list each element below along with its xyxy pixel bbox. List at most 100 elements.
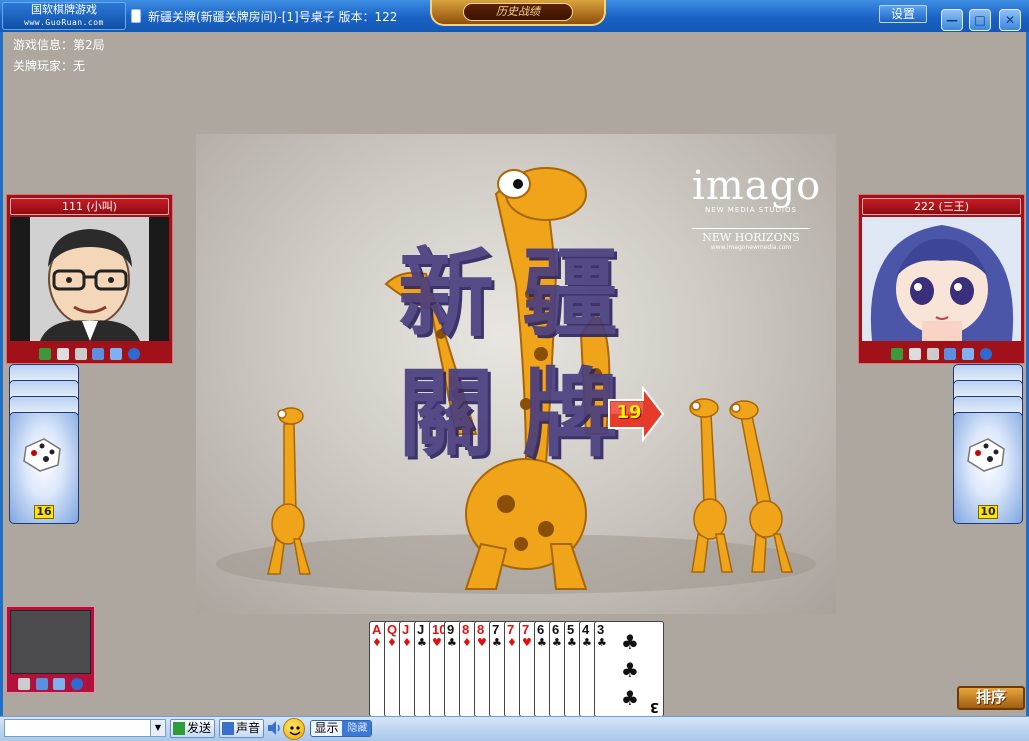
card-rank: A: [372, 622, 382, 637]
card-rank: 6: [552, 622, 560, 637]
card-suit: ♦: [387, 636, 397, 649]
logo-url: www.GuoRuan.com: [24, 18, 104, 27]
bottom-toolbar: ▼ 发送 声音 显示 隐藏: [0, 716, 1029, 741]
camera-icon[interactable]: [926, 348, 939, 360]
send-button[interactable]: 发送: [170, 719, 216, 738]
dice-icon: [967, 438, 1005, 472]
watermark-url: www.imagonewmedia.com: [710, 244, 792, 251]
card-suit: ♣: [567, 636, 577, 649]
card-suit: ♦: [402, 636, 412, 649]
card-rank: 8: [477, 622, 485, 637]
cards-left-count: 16: [34, 505, 54, 519]
card-rank: 6: [537, 622, 545, 637]
game-logo-line1: 新疆: [398, 237, 646, 350]
avatar-left: [10, 217, 169, 341]
window-icon[interactable]: [908, 348, 921, 360]
more-icon[interactable]: [128, 348, 141, 360]
card-suit: ♣: [582, 636, 592, 649]
chevron-down-icon[interactable]: ▼: [150, 720, 165, 736]
maximize-button[interactable]: □: [969, 9, 991, 31]
game-board: imago NEW MEDIA STUDIOS NEW HORIZONS www…: [196, 134, 836, 614]
card-suit: ♣: [492, 636, 502, 649]
player-panel-left: 111 (小叫): [6, 194, 173, 364]
more-icon[interactable]: [71, 678, 84, 690]
cards-right-count: 10: [978, 505, 998, 519]
window-title: 新疆关牌(新疆关牌房间)-[1]号桌子 版本：122: [148, 10, 398, 24]
card-suit: ♥: [522, 636, 532, 649]
card-rank: 7: [492, 622, 500, 637]
card-rank: 7: [507, 622, 515, 637]
imago-watermark: imago NEW MEDIA STUDIOS NEW HORIZONS www…: [692, 163, 822, 251]
self-tools: [7, 675, 94, 693]
timer-seconds: 19: [616, 402, 642, 423]
player-name-right: 222 (三王): [862, 198, 1021, 215]
card-rank: 5: [567, 622, 575, 637]
history-record-label: 历史战绩: [463, 3, 573, 21]
player-name-left: 111 (小叫): [10, 198, 169, 215]
card-pip: ♣: [621, 658, 639, 682]
watermark-tagline: NEW HORIZONS: [692, 228, 810, 244]
show-hide-toggle[interactable]: 显示 隐藏: [310, 720, 372, 737]
self-video-panel: [6, 606, 95, 693]
sound-label: 声音: [236, 721, 261, 735]
camera-icon[interactable]: [17, 678, 30, 690]
card-suit: ♣: [447, 636, 457, 649]
more-icon[interactable]: [980, 348, 993, 360]
closer-info: 关牌玩家：无: [13, 59, 86, 73]
webcam-icon[interactable]: [110, 348, 123, 360]
close-button[interactable]: ✕: [999, 9, 1021, 31]
kick-icon[interactable]: [38, 348, 51, 360]
turn-timer: 19: [607, 385, 665, 443]
player-tools-right: [859, 345, 1024, 363]
chat-input[interactable]: ▼: [4, 719, 166, 737]
watermark-logo: imago: [692, 163, 822, 209]
card-suit: ♦: [462, 636, 472, 649]
card-rank: J: [402, 622, 410, 637]
minimize-button[interactable]: —: [941, 9, 963, 31]
music-note-icon: [222, 722, 234, 735]
card-back: 10: [953, 412, 1023, 524]
avatar-right: [862, 217, 1021, 341]
playing-card[interactable]: 3 ♣ ♣ ♣ ♣ 3: [594, 621, 664, 717]
card-pip: ♣: [621, 686, 639, 710]
window-icon[interactable]: [56, 348, 69, 360]
webcam-icon[interactable]: [53, 678, 66, 690]
round-info: 游戏信息：第2局: [13, 38, 105, 52]
magnifier-icon[interactable]: [35, 678, 48, 690]
logo-text: 国软棋牌游戏: [31, 3, 97, 16]
speaker-icon[interactable]: [266, 720, 282, 736]
card-suit: ♣: [417, 636, 427, 649]
card-rank: Q: [387, 622, 398, 637]
card-rank: 4: [582, 622, 590, 637]
player-panel-right: 222 (三王): [858, 194, 1025, 364]
card-rank: 9: [447, 622, 455, 637]
card-rank: 3: [597, 622, 605, 637]
watermark-subtitle: NEW MEDIA STUDIOS: [705, 206, 797, 214]
emoji-icon[interactable]: [283, 718, 305, 740]
title-bar: 国软棋牌游戏 www.GuoRuan.com 新疆关牌(新疆关牌房间)-[1]号…: [0, 0, 1029, 32]
magnifier-icon[interactable]: [944, 348, 957, 360]
card-rank: 8: [462, 622, 470, 637]
camera-icon[interactable]: [74, 348, 87, 360]
card-suit: ♥: [432, 636, 442, 649]
webcam-icon[interactable]: [962, 348, 975, 360]
self-video-view: [10, 610, 91, 674]
game-table: 游戏信息：第2局 关牌玩家：无 imago NEW MEDIA STUDIOS …: [3, 32, 1026, 717]
card-suit: ♦: [372, 636, 382, 649]
show-option[interactable]: 显示: [311, 721, 342, 736]
card-suit: ♣: [537, 636, 547, 649]
send-icon: [173, 722, 185, 735]
card-rank: 7: [522, 622, 530, 637]
card-pip: ♣: [621, 630, 639, 654]
player-hand: A ♦ Q ♦ J ♦ J ♣ 10 ♥ 9 ♣ 8 ♦ 8 ♥ 7 ♣ 7 ♦ 7 ♥ 6 ♣ 6 ♣ 5 ♣ 4 ♣ 3 ♣ ♣ ♣ ♣ 3: [369, 621, 669, 717]
card-suit: ♣: [597, 636, 607, 649]
history-record-button[interactable]: 历史战绩: [430, 0, 606, 26]
magnifier-icon[interactable]: [92, 348, 105, 360]
player-tools-left: [7, 345, 172, 363]
hide-option[interactable]: 隐藏: [342, 721, 371, 736]
dice-icon: [23, 438, 61, 472]
kick-icon[interactable]: [890, 348, 903, 360]
sort-button[interactable]: 排序: [957, 686, 1025, 710]
settings-button[interactable]: 设置: [879, 5, 927, 23]
sound-button[interactable]: 声音: [219, 719, 265, 738]
